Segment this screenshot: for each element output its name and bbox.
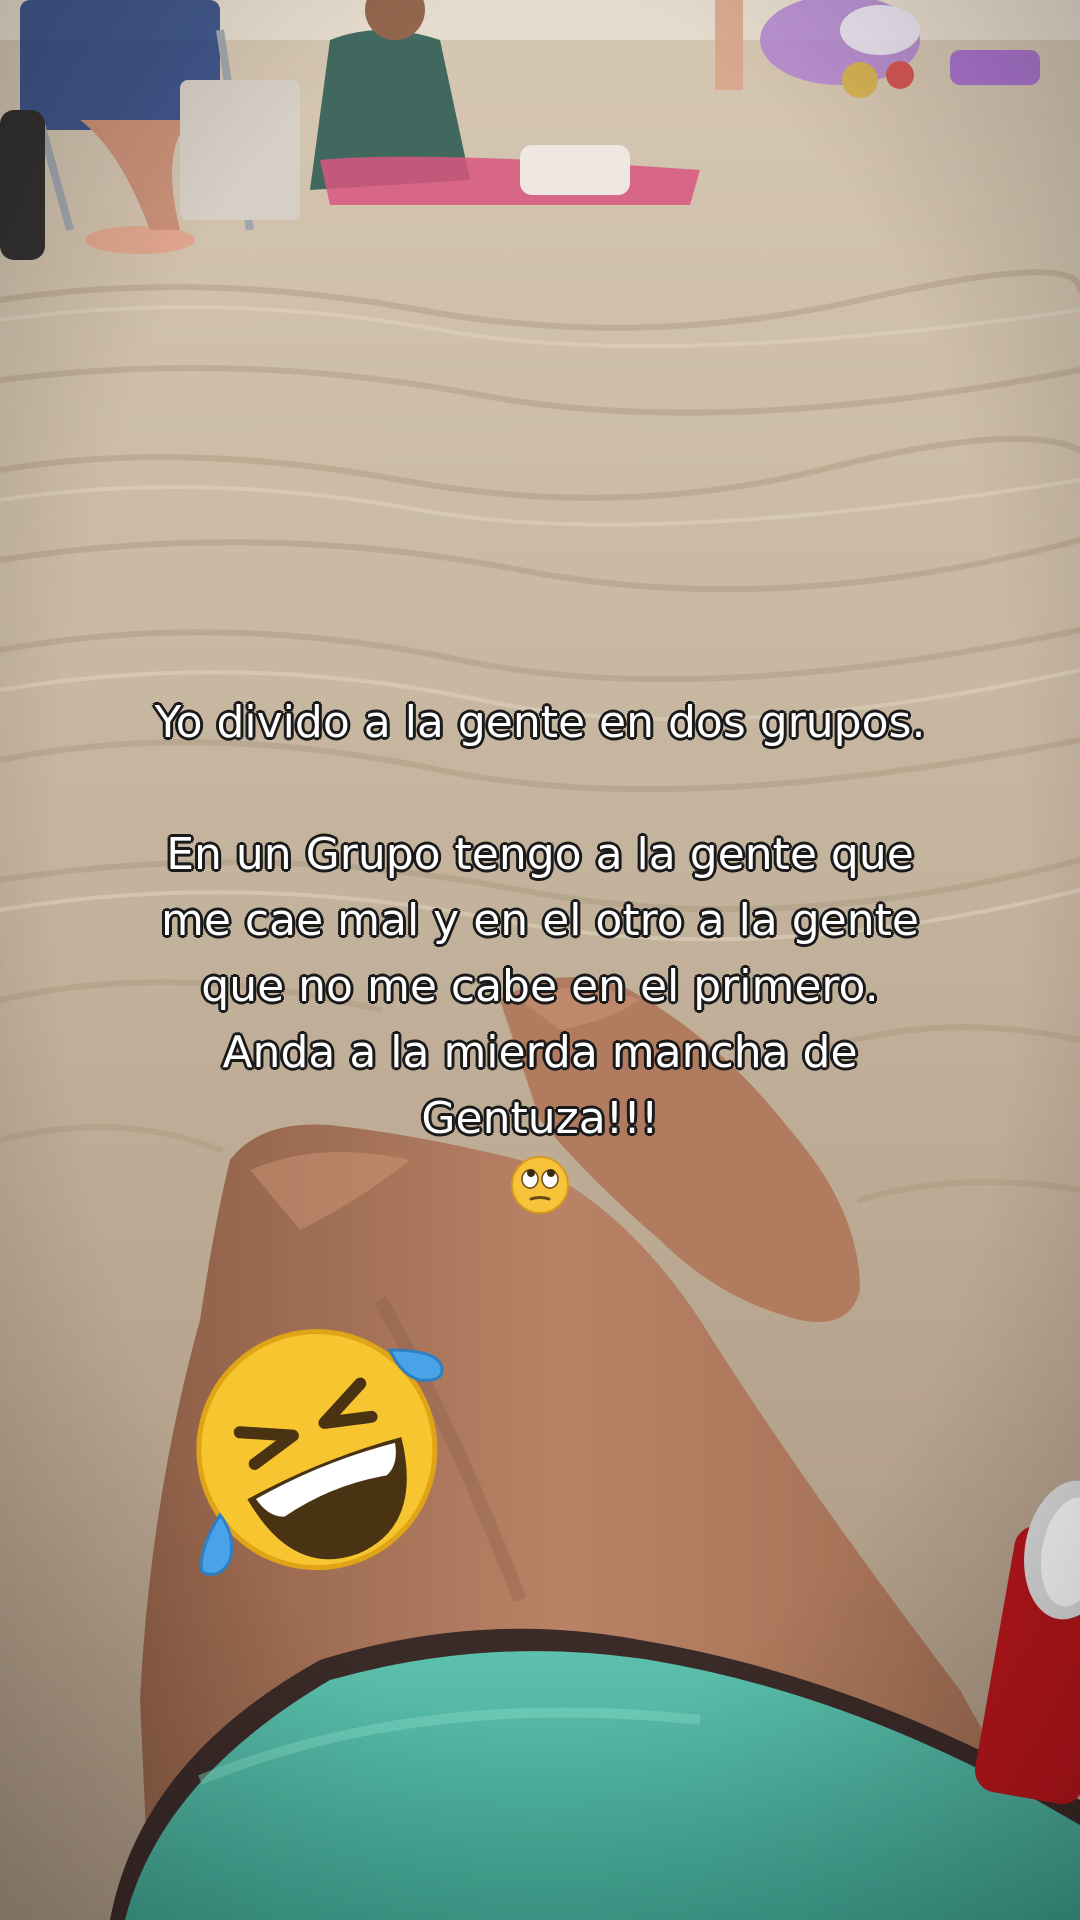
- story-caption: Yo divido a la gente en dos grupos. En u…: [60, 690, 1020, 1218]
- caption-line: Yo divido a la gente en dos grupos.: [154, 697, 926, 748]
- caption-line: me cae mal y en el otro a la gente: [161, 895, 919, 946]
- caption-line: En un Grupo tengo a la gente que: [166, 829, 914, 880]
- caption-line: Gentuza!!!: [421, 1093, 659, 1144]
- caption-line: Anda a la mierda mancha de: [222, 1027, 858, 1078]
- face-with-rolling-eyes-icon: [511, 1156, 569, 1214]
- caption-line: que no me cabe en el primero.: [201, 961, 879, 1012]
- rolling-on-the-floor-laughing-icon: [196, 1329, 444, 1576]
- story-frame: Yo divido a la gente en dos grupos. En u…: [0, 0, 1080, 1920]
